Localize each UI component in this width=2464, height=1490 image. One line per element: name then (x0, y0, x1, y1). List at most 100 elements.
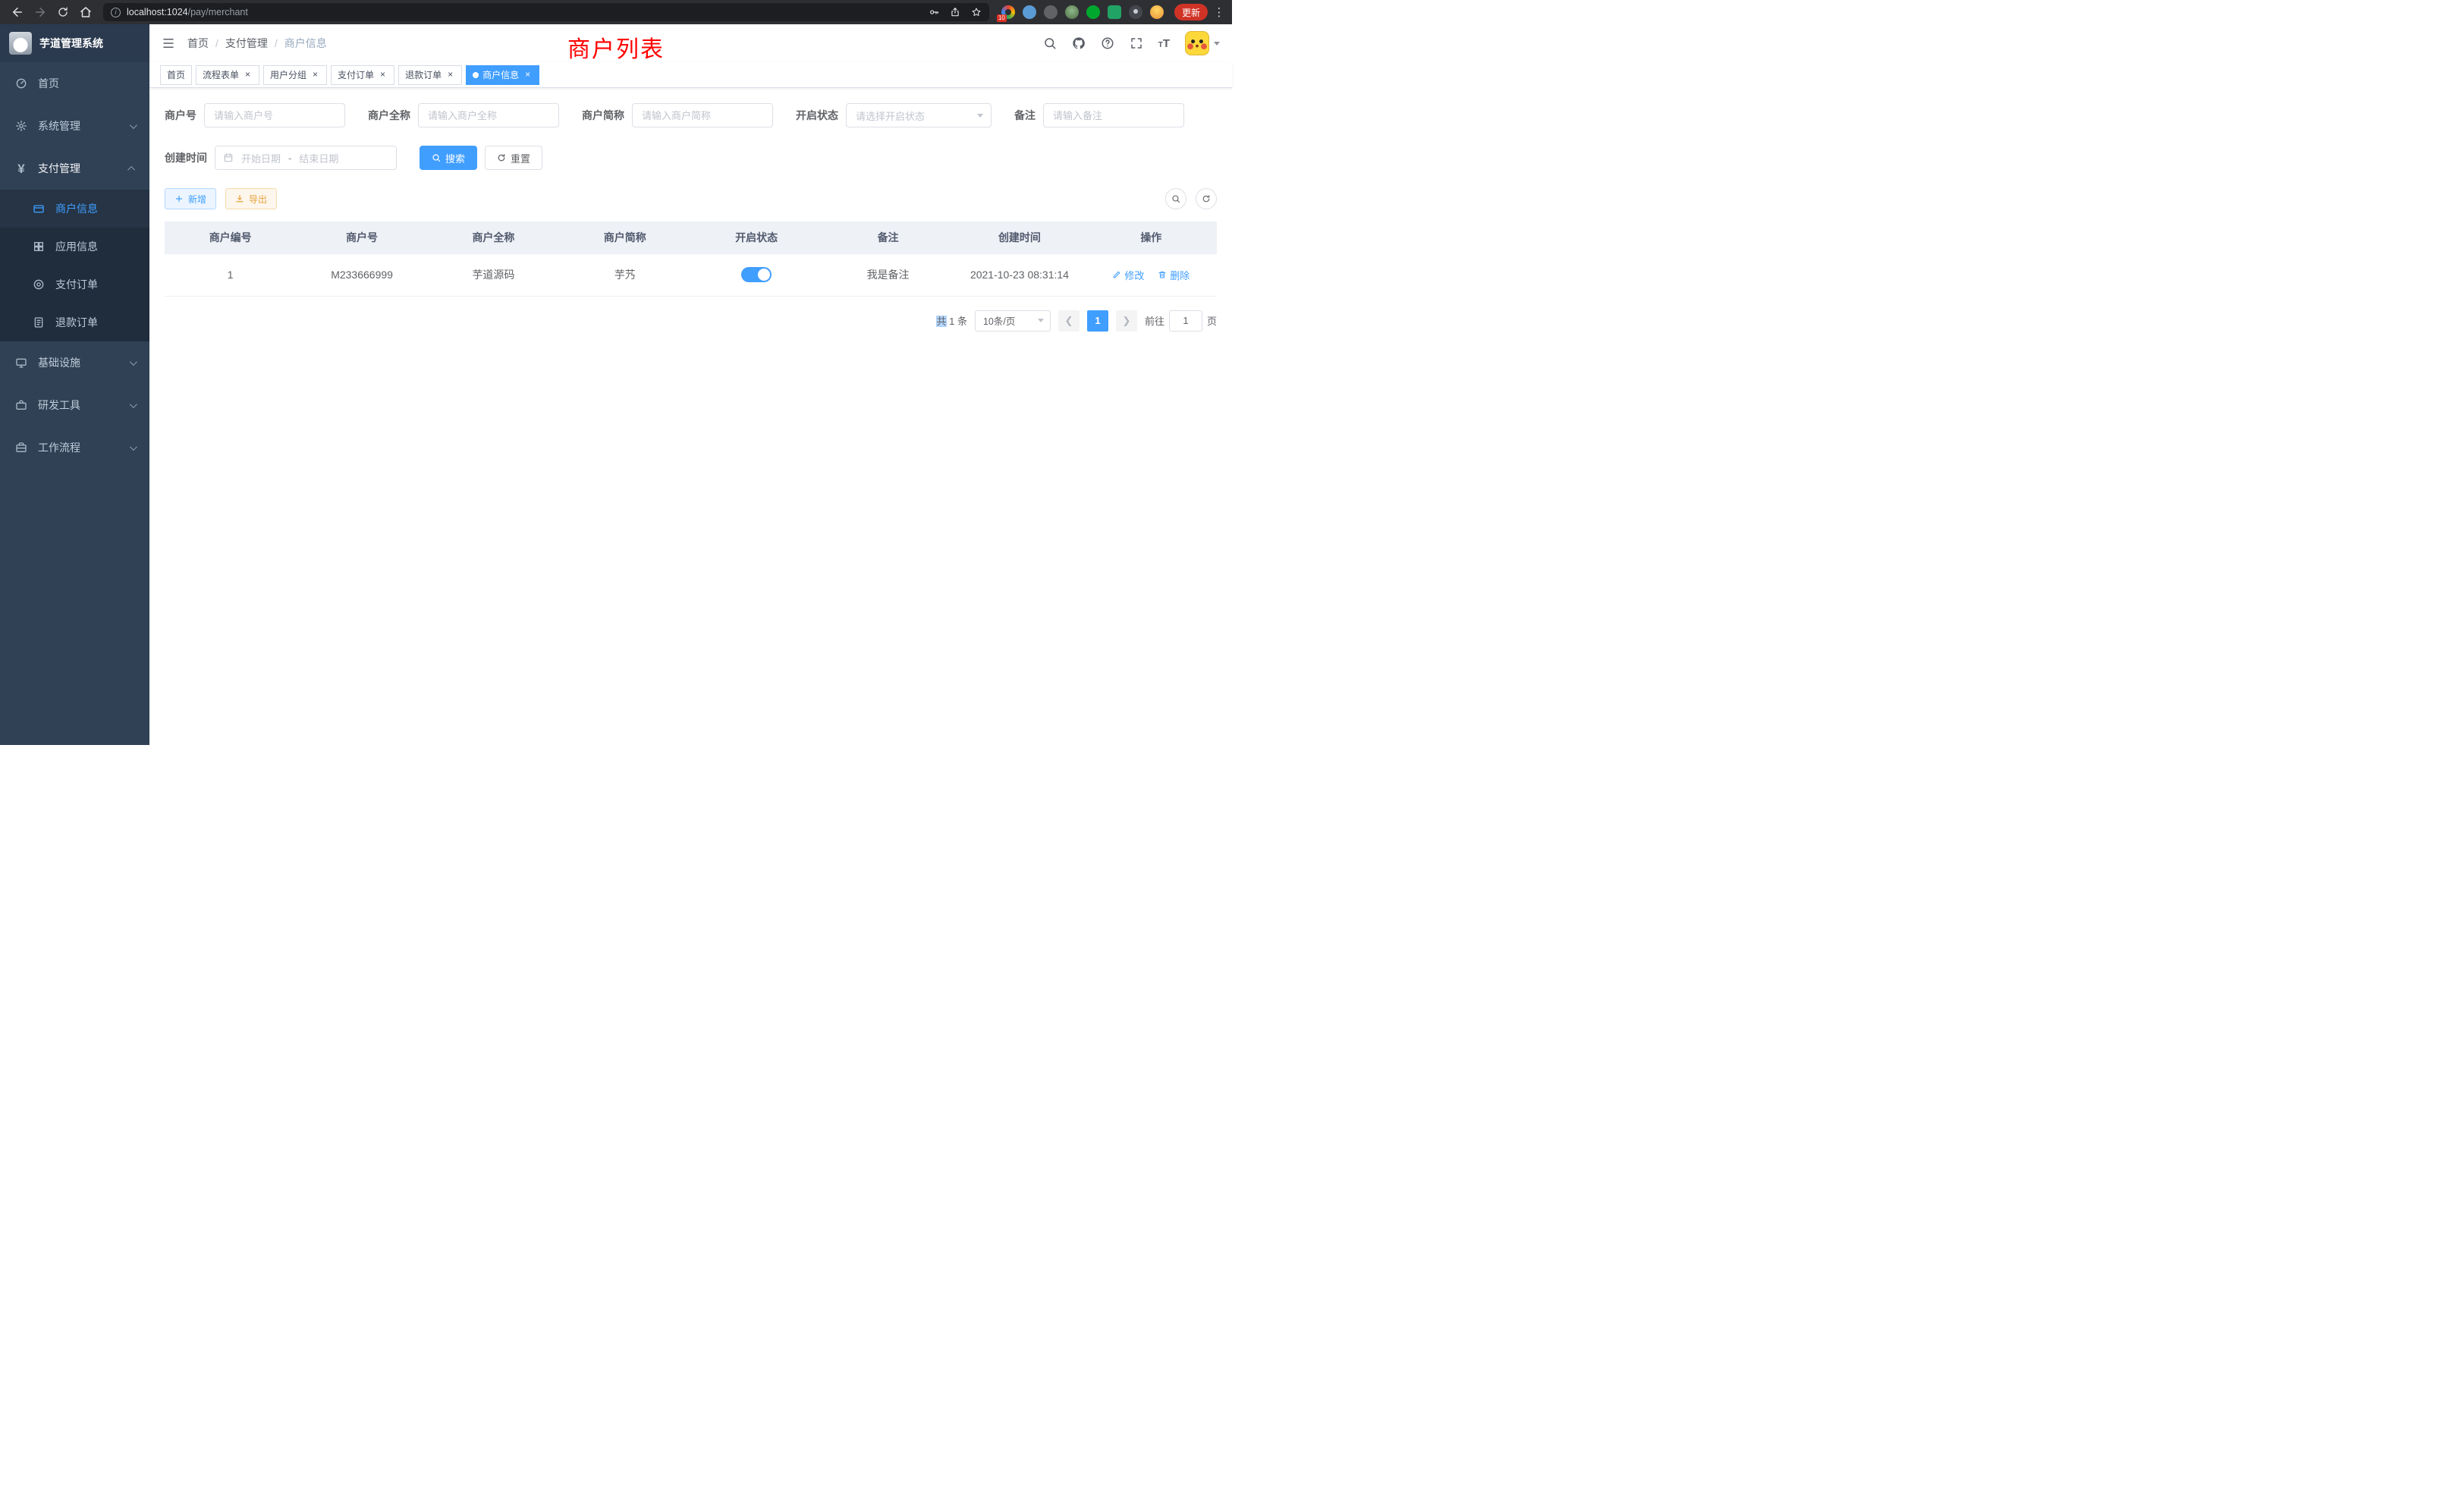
remark-input[interactable] (1043, 103, 1184, 127)
toolbox-icon (14, 399, 28, 411)
next-page-button[interactable]: ❯ (1116, 310, 1137, 332)
extension-icon[interactable]: 10 (1001, 5, 1015, 19)
cell-status (691, 253, 822, 296)
trash-icon (1158, 270, 1167, 279)
browser-reload-icon[interactable] (52, 2, 74, 23)
bookmark-star-icon[interactable] (971, 7, 982, 17)
chevron-up-icon (127, 165, 135, 173)
tab-close-icon[interactable]: × (523, 70, 533, 80)
navbar-actions: TT (1043, 31, 1220, 55)
col-full-name: 商户全称 (428, 222, 559, 253)
status-select[interactable]: 请选择开启状态 (846, 103, 992, 127)
start-date-placeholder: 开始日期 (241, 151, 281, 165)
document-icon (32, 316, 46, 328)
address-bar[interactable]: i localhost:1024/pay/merchant (103, 3, 989, 21)
merchant-fullname-input[interactable] (418, 103, 559, 127)
merchant-table: 商户编号 商户号 商户全称 商户简称 开启状态 备注 创建时间 操作 1 M23… (165, 222, 1217, 297)
tab-payment-order[interactable]: 支付订单 × (331, 65, 394, 85)
extension-icon[interactable] (1108, 5, 1121, 19)
extension-pin-icon[interactable] (1129, 5, 1142, 19)
sidebar-item-payment-order[interactable]: 支付订单 (0, 266, 149, 303)
sidebar-item-payment[interactable]: ¥ 支付管理 (0, 147, 149, 190)
share-icon[interactable] (950, 7, 960, 17)
gear-icon (14, 120, 28, 132)
tab-process-form[interactable]: 流程表单 × (196, 65, 259, 85)
top-navbar: 首页 / 支付管理 / 商户信息 TT (149, 24, 1232, 62)
sidebar-item-system[interactable]: 系统管理 (0, 105, 149, 147)
table-row: 1 M233666999 芋道源码 芋艿 我是备注 2021-10-23 08:… (165, 253, 1217, 296)
search-icon (432, 153, 441, 162)
delete-link[interactable]: 删除 (1158, 268, 1190, 282)
toggle-search-icon[interactable] (1165, 188, 1186, 209)
tab-user-group[interactable]: 用户分组 × (263, 65, 327, 85)
cell-remark: 我是备注 (822, 253, 954, 296)
breadcrumb-item[interactable]: 支付管理 (225, 36, 268, 51)
tab-bar: 首页 流程表单 × 用户分组 × 支付订单 × 退款订单 × 商户信息 × (149, 62, 1232, 88)
create-time-range-picker[interactable]: 开始日期 - 结束日期 (215, 146, 397, 170)
page-info-icon[interactable]: i (111, 8, 121, 17)
reset-button[interactable]: 重置 (485, 146, 542, 170)
sidebar-item-merchant-info[interactable]: 商户信息 (0, 190, 149, 228)
page-annotation: 商户列表 (567, 30, 665, 64)
pagination: 共 1 条 10条/页 ❮ 1 ❯ 前往 页 (165, 310, 1217, 332)
extension-icon[interactable] (1044, 5, 1058, 19)
search-button[interactable]: 搜索 (420, 146, 477, 170)
date-separator: - (288, 152, 291, 164)
page-number-button[interactable]: 1 (1087, 310, 1108, 332)
sidebar-item-home[interactable]: 首页 (0, 62, 149, 105)
hamburger-icon[interactable] (162, 36, 175, 50)
export-button[interactable]: 导出 (225, 188, 277, 209)
tab-home[interactable]: 首页 (160, 65, 192, 85)
help-icon[interactable] (1101, 36, 1114, 50)
password-key-icon[interactable] (929, 7, 939, 17)
github-icon[interactable] (1072, 36, 1086, 50)
tab-close-icon[interactable]: × (445, 70, 455, 80)
sidebar-item-label: 工作流程 (38, 440, 80, 455)
sidebar-item-app-info[interactable]: 应用信息 (0, 228, 149, 266)
extension-icon[interactable] (1086, 5, 1100, 19)
prev-page-button[interactable]: ❮ (1058, 310, 1080, 332)
status-toggle[interactable] (741, 267, 772, 282)
tab-merchant-info[interactable]: 商户信息 × (466, 65, 539, 85)
sidebar-item-infrastructure[interactable]: 基础设施 (0, 341, 149, 384)
tab-refund-order[interactable]: 退款订单 × (398, 65, 462, 85)
user-menu[interactable] (1185, 31, 1220, 55)
tab-close-icon[interactable]: × (310, 70, 320, 80)
page-size-select[interactable]: 10条/页 (975, 310, 1051, 332)
merchant-shortname-input[interactable] (632, 103, 773, 127)
chevron-down-icon (130, 401, 137, 408)
profile-avatar-icon[interactable] (1150, 5, 1164, 19)
chevron-down-icon (130, 358, 137, 366)
goto-label: 前往 (1145, 313, 1164, 328)
col-merchant-id: 商户编号 (165, 222, 296, 253)
col-status: 开启状态 (691, 222, 822, 253)
browser-back-icon[interactable] (6, 2, 29, 23)
tab-close-icon[interactable]: × (243, 70, 253, 80)
sidebar-item-refund-order[interactable]: 退款订单 (0, 303, 149, 341)
logo-avatar (9, 32, 32, 55)
goto-page-input[interactable] (1169, 310, 1202, 332)
sidebar-item-label: 支付管理 (38, 161, 80, 176)
breadcrumb-item[interactable]: 首页 (187, 36, 209, 51)
sidebar-item-workflow[interactable]: 工作流程 (0, 426, 149, 469)
payment-submenu: 商户信息 应用信息 支付订单 退款订单 (0, 190, 149, 341)
status-label: 开启状态 (796, 108, 838, 123)
browser-forward-icon[interactable] (29, 2, 52, 23)
add-button[interactable]: 新增 (165, 188, 216, 209)
tab-close-icon[interactable]: × (378, 70, 388, 80)
refresh-table-icon[interactable] (1196, 188, 1217, 209)
browser-menu-icon[interactable]: ⋮ (1212, 5, 1226, 19)
app-logo[interactable]: 芋道管理系统 (0, 24, 149, 62)
merchant-no-input[interactable] (204, 103, 345, 127)
browser-home-icon[interactable] (74, 2, 97, 23)
search-icon[interactable] (1043, 36, 1057, 50)
briefcase-icon (14, 442, 28, 454)
edit-link[interactable]: 修改 (1112, 268, 1144, 282)
fullscreen-icon[interactable] (1130, 36, 1143, 50)
extension-icon[interactable] (1065, 5, 1079, 19)
sidebar-item-dev-tools[interactable]: 研发工具 (0, 384, 149, 426)
extension-icon[interactable] (1023, 5, 1036, 19)
app-title: 芋道管理系统 (39, 36, 103, 51)
browser-update-button[interactable]: 更新 (1174, 4, 1208, 20)
font-size-icon[interactable]: TT (1158, 38, 1170, 49)
